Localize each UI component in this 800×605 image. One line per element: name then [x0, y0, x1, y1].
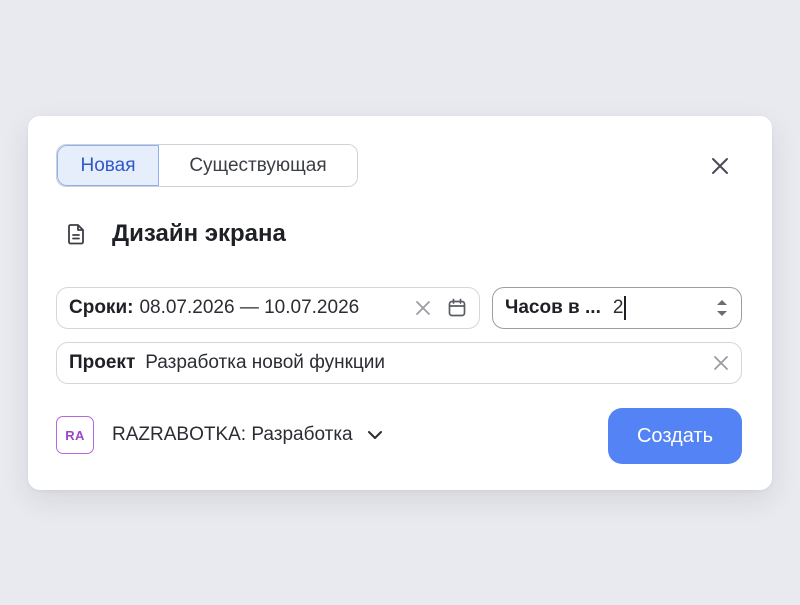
dates-field[interactable]: Сроки: 08.07.2026 — 10.07.2026	[56, 287, 480, 329]
document-icon	[66, 223, 86, 245]
queue-avatar: RA	[56, 416, 94, 454]
hours-value: 2	[612, 297, 624, 318]
calendar-icon[interactable]	[447, 298, 467, 318]
queue-row: RA RAZRABOTKA: Разработка	[56, 416, 383, 454]
project-label: Проект	[69, 352, 136, 373]
dates-label: Сроки:	[69, 297, 134, 318]
queue-selector[interactable]: RAZRABOTKA: Разработка	[112, 424, 383, 446]
task-title[interactable]: Дизайн экрана	[112, 220, 286, 248]
chevron-down-icon	[367, 430, 383, 440]
close-button[interactable]	[706, 152, 734, 180]
clear-icon[interactable]	[415, 300, 431, 316]
task-mode-switch: Новая Существующая	[56, 144, 358, 187]
task-title-row: Дизайн экрана	[66, 220, 286, 248]
up-down-stepper-icon[interactable]	[715, 297, 729, 319]
project-value: Разработка новой функции	[145, 352, 386, 373]
text-caret	[624, 296, 626, 320]
close-icon	[712, 158, 728, 174]
hours-label: Часов в ...	[505, 297, 601, 318]
hours-field[interactable]: Часов в ... 2	[492, 287, 742, 329]
tab-existing[interactable]: Существующая	[159, 145, 357, 186]
tab-new[interactable]: Новая	[57, 145, 159, 186]
project-field[interactable]: Проект Разработка новой функции	[56, 342, 742, 384]
create-task-dialog: Новая Существующая Дизайн экрана Сроки: …	[28, 116, 772, 490]
create-button[interactable]: Создать	[608, 408, 742, 464]
queue-label: RAZRABOTKA: Разработка	[112, 424, 353, 445]
dates-value: 08.07.2026 — 10.07.2026	[139, 297, 360, 318]
clear-icon[interactable]	[713, 355, 729, 371]
